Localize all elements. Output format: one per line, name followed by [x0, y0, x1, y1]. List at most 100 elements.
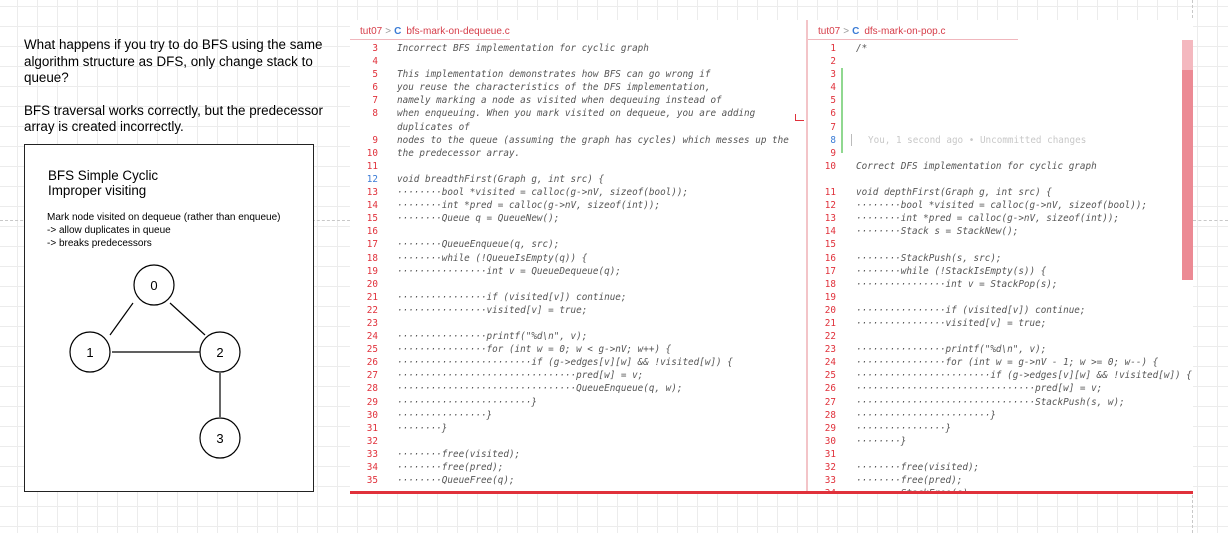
code-line[interactable]: 6 — [808, 107, 1193, 120]
code-line[interactable]: 35 ········QueueFree(q); — [350, 474, 806, 487]
code-line[interactable]: 17 ········while (!StackIsEmpty(s)) { — [808, 265, 1193, 278]
code-line[interactable]: 29 ························} — [350, 396, 806, 409]
line-number: 10 — [366, 147, 378, 159]
breadcrumb-folder[interactable]: tut07 — [818, 26, 840, 37]
editor-left[interactable]: tut07 > Cbfs-mark-on-dequeue.c 3 Incorrect … — [350, 20, 806, 494]
code-line[interactable] — [808, 173, 1193, 186]
code-line[interactable]: 14 ········int *pred = calloc(g->nV, size… — [350, 199, 806, 212]
code-line[interactable]: 19 ················int v = QueueDequeue(q… — [350, 265, 806, 278]
code-line[interactable]: 32 — [350, 435, 806, 448]
code-line[interactable]: 8 You, 1 second ago • Uncommitted changes — [808, 133, 1193, 147]
code-line[interactable]: 27 ································pred[w… — [350, 369, 806, 382]
line-number: 23 — [366, 317, 378, 329]
code-line[interactable]: 7 namely marking a node as visited when d… — [350, 94, 806, 107]
code-text: ································QueueEnq… — [397, 383, 683, 395]
code-line[interactable]: 4 — [808, 81, 1193, 94]
code-line[interactable]: 23 ················printf("%d\n", v); — [808, 343, 1193, 356]
editor-right[interactable]: tut07 > Cdfs-mark-on-pop.c 1/* 2 3 4 5 6 7 8 You, … — [808, 20, 1193, 494]
code-line[interactable]: 22 — [808, 330, 1193, 343]
line-number: 32 — [824, 462, 836, 473]
code-line[interactable]: 22 ················visited[v] = true; — [350, 304, 806, 317]
code-line[interactable]: 8 when enqueuing. When you mark visited o… — [350, 107, 806, 120]
code-line[interactable]: 2 — [808, 55, 1193, 68]
breadcrumb-folder[interactable]: tut07 — [360, 26, 382, 37]
code-line[interactable]: 28 ························} — [808, 409, 1193, 422]
line-number: 11 — [366, 160, 378, 172]
code-text: ················} — [397, 409, 493, 421]
code-line[interactable]: 13 ········bool *visited = calloc(g->nV, … — [350, 186, 806, 199]
code-line[interactable]: 15 — [808, 238, 1193, 251]
added-lines-gutter — [841, 68, 843, 153]
graph-node-3[interactable]: 3 — [199, 417, 241, 459]
code-line[interactable]: 7 — [808, 121, 1193, 134]
code-line[interactable]: 29 ················} — [808, 422, 1193, 435]
code-line[interactable]: duplicates of — [350, 121, 806, 134]
line-number: 14 — [824, 226, 836, 238]
code-line[interactable]: 12 void breadthFirst(Graph g, int src) { — [350, 173, 806, 186]
line-number: 21 — [824, 317, 836, 329]
code-area[interactable]: 3 Incorrect BFS implementation for cyclic… — [350, 42, 806, 487]
code-line[interactable]: 16 ········StackPush(s, src); — [808, 252, 1193, 265]
code-line[interactable]: 5 — [808, 94, 1193, 107]
code-line[interactable]: 26 ································pred[w… — [808, 382, 1193, 395]
code-line[interactable]: 19 — [808, 291, 1193, 304]
code-line[interactable]: 24 ················printf("%d\n", v); — [350, 330, 806, 343]
code-line[interactable]: 11 void depthFirst(Graph g, int src) { — [808, 186, 1193, 199]
code-line[interactable]: 23 — [350, 317, 806, 330]
line-number: 16 — [366, 226, 378, 238]
tab-underline — [350, 39, 510, 40]
code-line[interactable]: 27 ································StackP… — [808, 396, 1193, 409]
line-number: 9 — [830, 147, 836, 159]
code-line[interactable]: 31 ········} — [350, 422, 806, 435]
code-line[interactable]: 17 ········QueueEnqueue(q, src); — [350, 238, 806, 251]
graph-node-1[interactable]: 1 — [69, 331, 111, 373]
code-line[interactable]: 31 — [808, 448, 1193, 461]
code-line[interactable]: 11 — [350, 160, 806, 173]
code-line[interactable]: 13 ········int *pred = calloc(g->nV, size… — [808, 212, 1193, 225]
node-label: 2 — [216, 345, 223, 360]
graph-diagram[interactable]: BFS Simple Cyclic Improper visiting Mark… — [24, 144, 314, 492]
graph-node-0[interactable]: 0 — [133, 264, 175, 306]
code-line[interactable]: 25 ················for (int w = 0; w < g-… — [350, 343, 806, 356]
code-line[interactable]: 1 /* — [808, 42, 1193, 55]
code-line[interactable]: 34 ········free(pred); — [350, 461, 806, 474]
code-line[interactable]: 18 ················int v = StackPop(s); — [808, 278, 1193, 291]
breadcrumb-file[interactable]: dfs-mark-on-pop.c — [864, 26, 945, 37]
code-line[interactable]: 21 ················if (visited[v]) contin… — [350, 291, 806, 304]
code-line[interactable]: 9 nodes to the queue (assuming the graph … — [350, 134, 806, 147]
code-line[interactable]: 15 ········Queue q = QueueNew(); — [350, 212, 806, 225]
change-marker — [795, 114, 804, 121]
code-line[interactable]: 10 Correct DFS implementation for cyclic … — [808, 160, 1193, 173]
code-line[interactable]: 24 ················for (int w = g->nV - 1… — [808, 356, 1193, 369]
code-line[interactable]: 25 ························if (g->edges[v… — [808, 369, 1193, 382]
code-line[interactable]: 30 ········} — [808, 435, 1193, 448]
code-line[interactable]: 3 Incorrect BFS implementation for cyclic… — [350, 42, 806, 55]
code-line[interactable]: 28 ································QueueE… — [350, 382, 806, 395]
code-line[interactable]: 18 ········while (!QueueIsEmpty(q)) { — [350, 252, 806, 265]
code-line[interactable]: 3 — [808, 68, 1193, 81]
code-line[interactable]: 33 ········free(visited); — [350, 448, 806, 461]
code-line[interactable]: 21 ················visited[v] = true; — [808, 317, 1193, 330]
code-line[interactable]: 14 ········Stack s = StackNew(); — [808, 225, 1193, 238]
code-area[interactable]: 1/* 2 3 4 5 6 7 8 You, 1 second ago • Uncommitte… — [808, 42, 1193, 494]
breadcrumb-file[interactable]: bfs-mark-on-dequeue.c — [406, 26, 509, 37]
code-line[interactable]: 10 the predecessor array. — [350, 147, 806, 160]
code-line[interactable]: 33 ········free(pred); — [808, 474, 1193, 487]
scrollbar-thumb[interactable] — [1182, 40, 1193, 280]
code-line[interactable]: 20 — [350, 278, 806, 291]
code-text: ················int v = StackPop(s); — [856, 278, 1058, 290]
graph-node-2[interactable]: 2 — [199, 331, 241, 373]
code-line[interactable]: 6 you reuse the characteristics of the DF… — [350, 81, 806, 94]
code-line[interactable]: 20 ················if (visited[v]) contin… — [808, 304, 1193, 317]
code-line[interactable]: 4 — [350, 55, 806, 68]
code-line[interactable]: 26 ························if (g->edges[v… — [350, 356, 806, 369]
code-line[interactable]: 9 — [808, 147, 1193, 160]
code-line[interactable]: 16 — [350, 225, 806, 238]
line-number: 6 — [830, 108, 836, 120]
code-line[interactable]: 5 This implementation demonstrates how BF… — [350, 68, 806, 81]
graph-edge — [169, 302, 206, 336]
code-line[interactable]: 12 ········bool *visited = calloc(g->nV, … — [808, 199, 1193, 212]
graph-svg: 0 1 2 3 — [69, 264, 241, 459]
code-line[interactable]: 32 ········free(visited); — [808, 461, 1193, 474]
code-line[interactable]: 30 ················} — [350, 409, 806, 422]
